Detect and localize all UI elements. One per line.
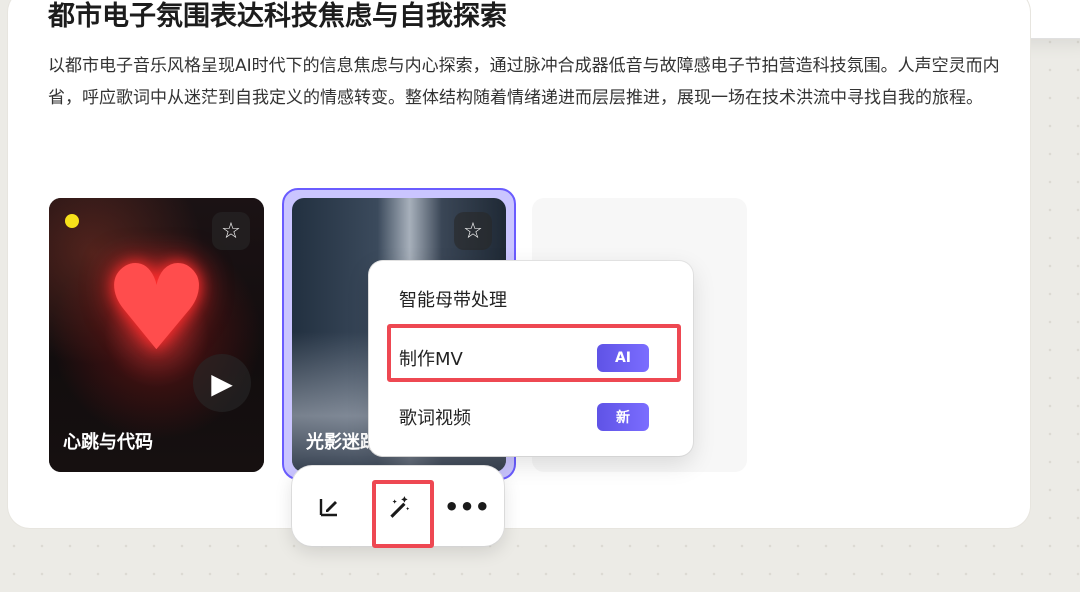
song-title: 都市电子氛围表达科技焦虑与自我探索 <box>48 1 507 32</box>
menu-item-label: 智能母带处理 <box>399 290 507 311</box>
new-badge: 新 <box>597 403 649 431</box>
favorite-star-icon[interactable]: ☆ <box>454 212 492 250</box>
menu-item-mastering[interactable]: 智能母带处理 <box>385 275 679 323</box>
play-icon[interactable]: ▶ <box>193 354 251 412</box>
highlight-make-mv <box>387 324 681 382</box>
highlight-magic-wand <box>372 480 434 548</box>
edit-icon[interactable] <box>306 484 352 530</box>
song-card-1[interactable]: ♥ ☆ ▶ 心跳与代码 <box>49 198 264 472</box>
song-description: 以都市电子音乐风格呈现AI时代下的信息焦虑与内心探索，通过脉冲合成器低音与故障感… <box>48 56 1000 108</box>
card-title: 心跳与代码 <box>63 432 153 453</box>
menu-item-label: 歌词视频 <box>399 408 471 429</box>
menu-item-lyric-video[interactable]: 歌词视频 新 <box>385 393 679 441</box>
more-icon[interactable]: ••• <box>444 484 490 530</box>
card-title: 光影迷踪 <box>306 432 378 453</box>
heart-artwork: ♥ <box>103 238 210 377</box>
status-dot <box>65 214 79 228</box>
favorite-star-icon[interactable]: ☆ <box>212 212 250 250</box>
